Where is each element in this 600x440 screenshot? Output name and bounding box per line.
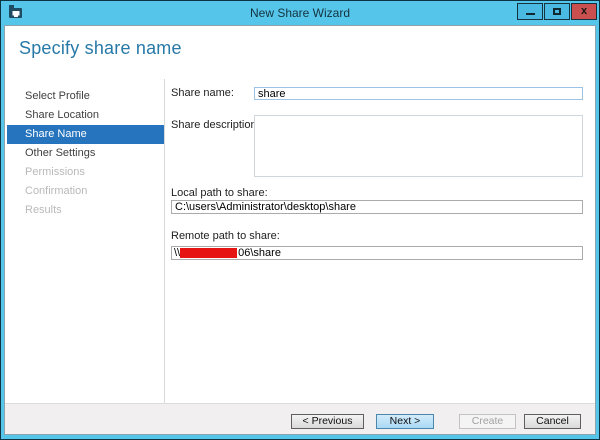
- titlebar[interactable]: New Share Wizard x: [1, 1, 599, 25]
- cancel-button[interactable]: Cancel: [524, 414, 581, 429]
- close-button[interactable]: x: [571, 3, 597, 20]
- wizard-body: Specify share name Select Profile Share …: [4, 25, 596, 435]
- remote-path-label: Remote path to share:: [171, 230, 280, 243]
- window-controls: x: [516, 3, 597, 20]
- previous-button[interactable]: < Previous: [291, 414, 364, 429]
- next-button[interactable]: Next >: [376, 414, 434, 429]
- share-name-label: Share name:: [171, 87, 234, 100]
- share-name-input[interactable]: [254, 87, 583, 100]
- wizard-footer: < Previous Next > Create Cancel: [5, 403, 595, 434]
- new-share-wizard-window: New Share Wizard x Specify share name Se…: [0, 0, 600, 440]
- remote-path-input[interactable]: \\ 06\share: [171, 246, 583, 260]
- remote-path-suffix: 06\share: [238, 247, 281, 259]
- share-description-input[interactable]: [254, 115, 583, 177]
- local-path-input[interactable]: [171, 200, 583, 214]
- create-button: Create: [459, 414, 516, 429]
- maximize-icon: [553, 8, 561, 15]
- minimize-button[interactable]: [517, 3, 543, 20]
- minimize-icon: [526, 13, 535, 15]
- local-path-label: Local path to share:: [171, 187, 268, 200]
- redaction-block: [180, 248, 237, 258]
- form-content: Share name: Share description: Local pat…: [5, 26, 595, 403]
- window-title: New Share Wizard: [1, 1, 599, 25]
- maximize-button[interactable]: [544, 3, 570, 20]
- close-icon: x: [581, 6, 587, 17]
- share-description-label: Share description:: [171, 119, 260, 132]
